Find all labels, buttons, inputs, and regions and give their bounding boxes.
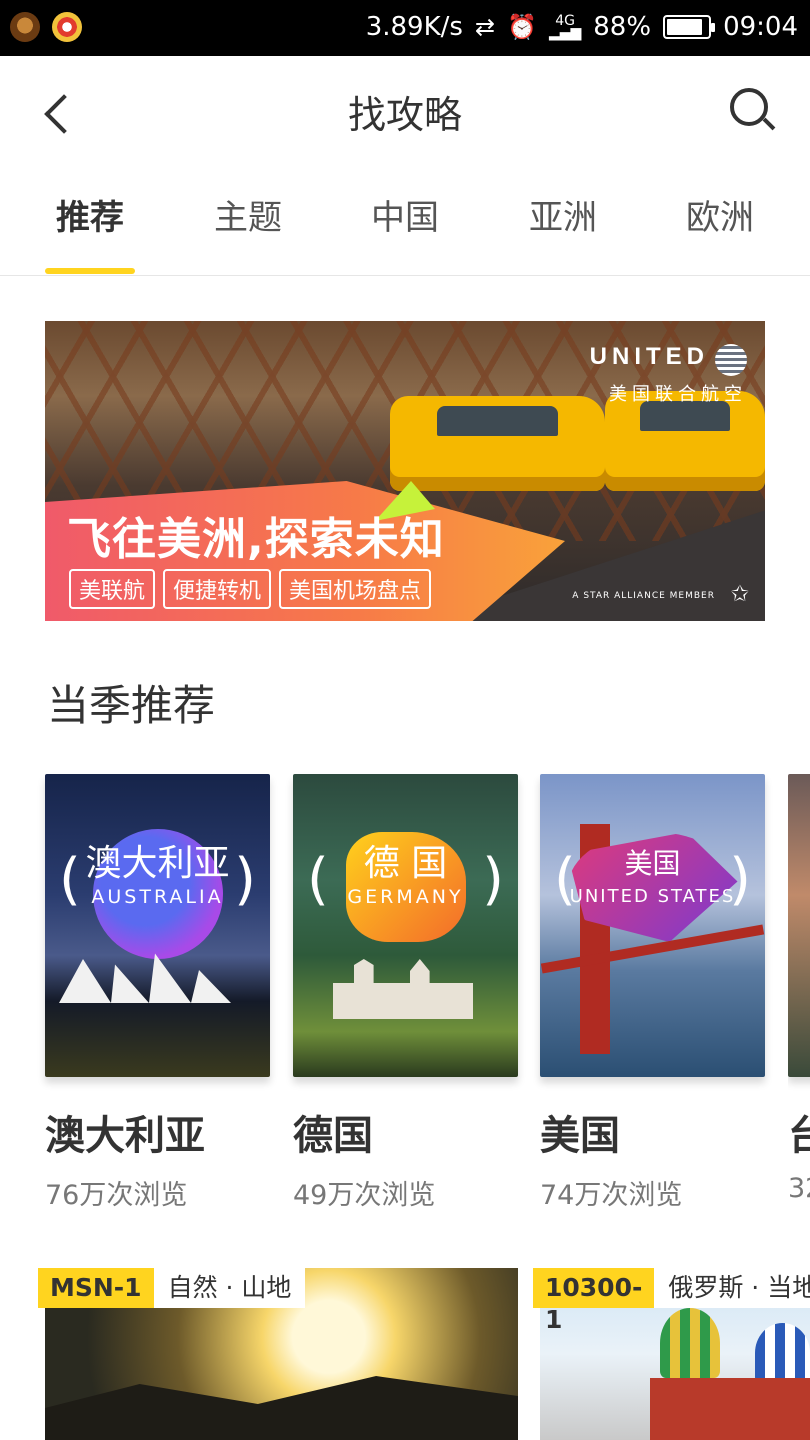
battery-fill: [667, 19, 703, 35]
destination-carousel: ( ) 澳大利亚 AUSTRALIA 澳大利亚 76万次浏览 ( ) 德 国 G…: [0, 774, 810, 1214]
search-button[interactable]: [726, 84, 780, 138]
dome: [755, 1323, 810, 1383]
tab-europe[interactable]: 欧洲: [665, 190, 775, 239]
destination-image: [788, 774, 810, 1077]
destination-label: 美国 UNITED STATES: [540, 844, 765, 907]
star-icon: ✩: [730, 582, 749, 607]
banner-headline: 飞往美洲,探索未知: [67, 514, 445, 565]
banner-tags: 美联航 便捷转机 美国机场盘点: [69, 569, 432, 609]
destination-name: 澳大利亚: [45, 1113, 205, 1159]
label-en: AUSTRALIA: [91, 886, 224, 908]
destination-name: 台: [788, 1113, 810, 1159]
destination-image: ( ) 美国 UNITED STATES: [540, 774, 765, 1077]
active-tab-indicator: [45, 268, 135, 274]
destination-views: 76万次浏览: [45, 1180, 188, 1211]
clock: 09:04: [723, 12, 798, 42]
rotate-lock-icon: ⇄: [474, 13, 496, 41]
label-en: UNITED STATES: [569, 886, 736, 907]
brand-name: UNITED: [589, 343, 709, 370]
brand-name-cn: 美国联合航空: [609, 383, 747, 405]
mountain-silhouette: [45, 1376, 518, 1440]
search-icon-handle: [762, 117, 776, 131]
battery-percent: 88%: [593, 12, 652, 42]
signal-icon: 4G ▂▄▆: [548, 13, 582, 41]
cathedral-base: [650, 1378, 810, 1440]
destination-card[interactable]: ( ) 美国 UNITED STATES 美国 74万次浏览: [540, 774, 765, 1212]
destination-image: ( ) 德 国 GERMANY: [293, 774, 518, 1077]
destination-name: 美国: [540, 1113, 620, 1159]
dome: [660, 1308, 720, 1378]
taxi-image: [605, 391, 765, 491]
destination-image: ( ) 澳大利亚 AUSTRALIA: [45, 774, 270, 1077]
banner-tag: 美联航: [69, 569, 156, 609]
battery-icon: [663, 15, 716, 39]
page-title: 找攻略: [347, 93, 462, 137]
app-header: 找攻略: [0, 56, 810, 166]
guide-code: MSN-1: [38, 1268, 154, 1308]
destination-views: 32: [788, 1173, 810, 1204]
taxi-image: [390, 396, 605, 491]
guide-category: 自然 · 山地: [153, 1268, 306, 1308]
promo-banner[interactable]: 飞往美洲,探索未知 美联航 便捷转机 美国机场盘点 UNITED 美国联合航空 …: [45, 321, 765, 621]
banner-tag: 便捷转机: [163, 569, 272, 609]
section-title: 当季推荐: [47, 681, 216, 730]
status-bar: 3.89K/s ⇄ ⏰ 4G ▂▄▆ 88% 09:04: [0, 0, 810, 56]
destination-views: 49万次浏览: [293, 1180, 436, 1211]
destination-card[interactable]: ( ) 澳大利亚 AUSTRALIA 澳大利亚 76万次浏览: [45, 774, 270, 1212]
destination-label: 澳大利亚 AUSTRALIA: [45, 843, 270, 909]
destination-views: 74万次浏览: [540, 1180, 683, 1211]
guide-badge: 10300-1 俄罗斯 · 当地: [533, 1268, 810, 1334]
status-bar-left: [10, 12, 82, 42]
guide-badge: MSN-1 自然 · 山地: [38, 1268, 306, 1308]
label-cn: 澳大利亚: [85, 843, 230, 884]
status-bar-right: 3.89K/s ⇄ ⏰ 4G ▂▄▆ 88% 09:04: [366, 12, 798, 42]
alliance-text: A STAR ALLIANCE MEMBER: [572, 591, 715, 601]
app-icon-1: [10, 12, 40, 42]
banner-tag: 美国机场盘点: [279, 569, 432, 609]
tab-asia[interactable]: 亚洲: [508, 190, 618, 239]
castle: [333, 959, 473, 1019]
globe-icon: [715, 343, 747, 376]
tab-recommended[interactable]: 推荐: [35, 190, 145, 239]
destination-name: 德国: [293, 1113, 373, 1159]
label-en: GERMANY: [347, 886, 464, 908]
united-logo: UNITED 美国联合航空: [590, 343, 747, 406]
guide-code: 10300-1: [533, 1268, 655, 1334]
label-cn: 美国: [624, 847, 681, 880]
network-label: 4G: [555, 13, 575, 29]
label-cn: 德 国: [363, 843, 448, 884]
destination-card[interactable]: 台 32: [788, 774, 810, 1204]
destination-card[interactable]: ( ) 德 国 GERMANY 德国 49万次浏览: [293, 774, 518, 1212]
weibo-icon: [52, 12, 82, 42]
alarm-icon: ⏰: [507, 13, 537, 41]
tab-themes[interactable]: 主题: [193, 190, 303, 239]
guide-category: 俄罗斯 · 当地: [654, 1268, 810, 1308]
category-tabs: 推荐 主题 中国 亚洲 欧洲: [0, 190, 810, 276]
destination-label: 德 国 GERMANY: [293, 843, 518, 909]
net-speed: 3.89K/s: [365, 12, 463, 42]
tab-china[interactable]: 中国: [350, 190, 460, 239]
